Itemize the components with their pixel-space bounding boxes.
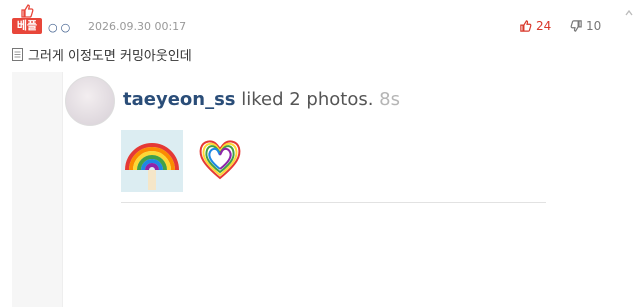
comment-header: 베플 ○○ 2026.09.30 00:17 24 10 <box>0 0 640 44</box>
thumbs-up-icon <box>520 20 532 32</box>
upvote-count: 24 <box>536 19 552 33</box>
downvote-count: 10 <box>586 19 602 33</box>
scroll-up-icon[interactable] <box>624 8 634 18</box>
rainbow-heart-photo <box>195 134 245 182</box>
embedded-screenshot[interactable]: taeyeon_ss liked 2 photos. 8s <box>12 72 615 307</box>
divider <box>121 202 546 203</box>
best-comment-badge: 베플 <box>12 4 42 34</box>
commenter-nickname[interactable]: ○○ <box>48 21 73 34</box>
thumbs-up-icon <box>21 4 34 18</box>
activity-username: taeyeon_ss <box>123 89 236 110</box>
image-attachment-icon <box>12 47 23 61</box>
downvote-button[interactable]: 10 <box>570 19 601 33</box>
comment-text: 그러게 이정도면 커밍아웃인데 <box>28 48 192 64</box>
comment-date: 2026.09.30 00:17 <box>88 20 187 33</box>
thumbs-down-icon <box>570 20 582 32</box>
activity-time: 8s <box>379 89 400 110</box>
upvote-button[interactable]: 24 <box>520 19 551 33</box>
avatar <box>65 76 115 126</box>
rainbow-balloon-photo <box>121 130 183 192</box>
activity-card: taeyeon_ss liked 2 photos. 8s <box>62 72 615 307</box>
best-badge-label: 베플 <box>12 18 42 34</box>
activity-text: taeyeon_ss liked 2 photos. 8s <box>123 89 400 110</box>
comment-body: 그러게 이정도면 커밍아웃인데 <box>12 44 192 64</box>
activity-action: liked 2 photos. <box>235 89 380 110</box>
